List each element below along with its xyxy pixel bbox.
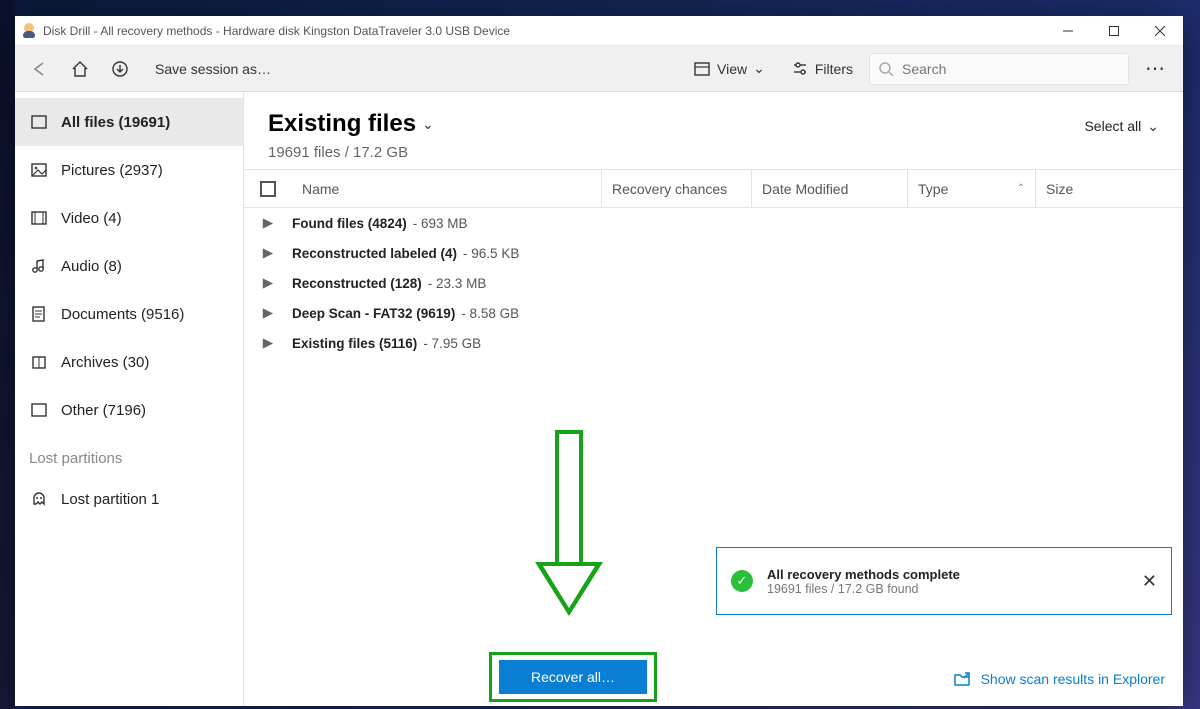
documents-icon [29, 304, 49, 324]
sidebar-item-documents[interactable]: Documents (9516) [15, 290, 243, 338]
sidebar-item-label: Audio (8) [61, 258, 122, 275]
table-header: Name Recovery chances Date Modified Type… [244, 170, 1183, 208]
notice-title: All recovery methods complete [767, 567, 960, 582]
expand-toggle[interactable]: ▶ [244, 245, 292, 261]
home-button[interactable] [63, 52, 97, 86]
select-all-checkbox[interactable] [244, 181, 292, 197]
app-icon [21, 23, 37, 39]
sidebar-item-all-files[interactable]: All files (19691) [15, 98, 243, 146]
sidebar-item-pictures[interactable]: Pictures (2937) [15, 146, 243, 194]
page-title: Existing files [268, 110, 416, 138]
back-button[interactable] [23, 52, 57, 86]
pictures-icon [29, 160, 49, 180]
select-all-button[interactable]: Select all ⌄ [1084, 118, 1159, 135]
sidebar-item-label: All files (19691) [61, 114, 170, 131]
view-label: View [717, 61, 747, 77]
sidebar-item-label: Archives (30) [61, 354, 149, 371]
audio-icon [29, 256, 49, 276]
recover-all-button[interactable]: Recover all… [499, 660, 647, 694]
column-date-modified[interactable]: Date Modified [751, 170, 907, 207]
results-table: Name Recovery chances Date Modified Type… [244, 169, 1183, 358]
sidebar-item-other[interactable]: Other (7196) [15, 386, 243, 434]
minimize-button[interactable] [1045, 16, 1091, 46]
sliders-icon [791, 60, 809, 78]
save-session-icon[interactable] [103, 52, 137, 86]
table-row[interactable]: ▶ Existing files (5116)- 7.95 GB [244, 328, 1183, 358]
sidebar-item-archives[interactable]: Archives (30) [15, 338, 243, 386]
table-row[interactable]: ▶ Found files (4824)- 693 MB [244, 208, 1183, 238]
window-title: Disk Drill - All recovery methods - Hard… [43, 24, 510, 38]
table-row[interactable]: ▶ Deep Scan - FAT32 (9619)- 8.58 GB [244, 298, 1183, 328]
select-all-label: Select all [1084, 118, 1141, 134]
annotation-highlight: Recover all… [489, 652, 657, 702]
sidebar-item-label: Video (4) [61, 210, 122, 227]
desktop-left-edge [0, 0, 15, 709]
sidebar-item-label: Lost partition 1 [61, 491, 159, 508]
sidebar-item-label: Documents (9516) [61, 306, 184, 323]
show-in-explorer-label: Show scan results in Explorer [981, 671, 1165, 687]
sidebar-item-lost-partition-1[interactable]: Lost partition 1 [15, 475, 243, 523]
expand-toggle[interactable]: ▶ [244, 305, 292, 321]
video-icon [29, 208, 49, 228]
open-folder-icon [953, 670, 971, 688]
column-name[interactable]: Name [292, 181, 601, 197]
filters-button[interactable]: Filters [781, 60, 863, 78]
search-box[interactable] [869, 53, 1129, 85]
other-icon [29, 400, 49, 420]
expand-toggle[interactable]: ▶ [244, 215, 292, 231]
search-input[interactable] [902, 61, 1120, 77]
show-in-explorer-link[interactable]: Show scan results in Explorer [953, 670, 1165, 688]
chevron-down-icon: ⌄ [422, 116, 434, 133]
chevron-down-icon: ⌄ [1147, 118, 1159, 135]
column-recovery-chances[interactable]: Recovery chances [601, 170, 751, 207]
window-controls [1045, 16, 1183, 46]
more-button[interactable]: ⋯ [1135, 56, 1175, 81]
close-notice-button[interactable]: ✕ [1142, 571, 1157, 592]
column-type[interactable]: Type ⌃ [907, 170, 1035, 207]
lost-partitions-header: Lost partitions [15, 434, 243, 475]
sort-ascending-icon: ⌃ [1017, 183, 1025, 194]
titlebar[interactable]: Disk Drill - All recovery methods - Hard… [15, 16, 1183, 46]
file-count-summary: 19691 files / 17.2 GB [268, 144, 1159, 161]
annotation-arrow [541, 430, 597, 648]
list-view-icon [693, 60, 711, 78]
table-row[interactable]: ▶ Reconstructed (128)- 23.3 MB [244, 268, 1183, 298]
main-title-dropdown[interactable]: Existing files ⌄ [268, 110, 434, 138]
view-dropdown[interactable]: View ⌄ [683, 60, 775, 78]
save-session-button[interactable]: Save session as… [147, 55, 279, 83]
archives-icon [29, 352, 49, 372]
sidebar-item-label: Pictures (2937) [61, 162, 163, 179]
all-files-icon [29, 112, 49, 132]
expand-toggle[interactable]: ▶ [244, 335, 292, 351]
completion-notice: ✓ All recovery methods complete 19691 fi… [716, 547, 1172, 615]
maximize-button[interactable] [1091, 16, 1137, 46]
ghost-icon [29, 489, 49, 509]
notice-subtitle: 19691 files / 17.2 GB found [767, 582, 960, 596]
expand-toggle[interactable]: ▶ [244, 275, 292, 291]
app-window: Disk Drill - All recovery methods - Hard… [15, 16, 1183, 706]
chevron-down-icon: ⌄ [753, 60, 765, 77]
sidebar-item-label: Other (7196) [61, 402, 146, 419]
sidebar-item-audio[interactable]: Audio (8) [15, 242, 243, 290]
sidebar-item-video[interactable]: Video (4) [15, 194, 243, 242]
main-panel: Existing files ⌄ Select all ⌄ 19691 file… [244, 92, 1183, 706]
column-size[interactable]: Size [1035, 170, 1183, 207]
table-row[interactable]: ▶ Reconstructed labeled (4)- 96.5 KB [244, 238, 1183, 268]
search-icon [878, 61, 894, 77]
close-button[interactable] [1137, 16, 1183, 46]
toolbar: Save session as… View ⌄ Filters ⋯ [15, 46, 1183, 92]
filters-label: Filters [815, 61, 853, 77]
checkmark-icon: ✓ [731, 570, 753, 592]
sidebar: All files (19691) Pictures (2937) Video … [15, 92, 244, 706]
